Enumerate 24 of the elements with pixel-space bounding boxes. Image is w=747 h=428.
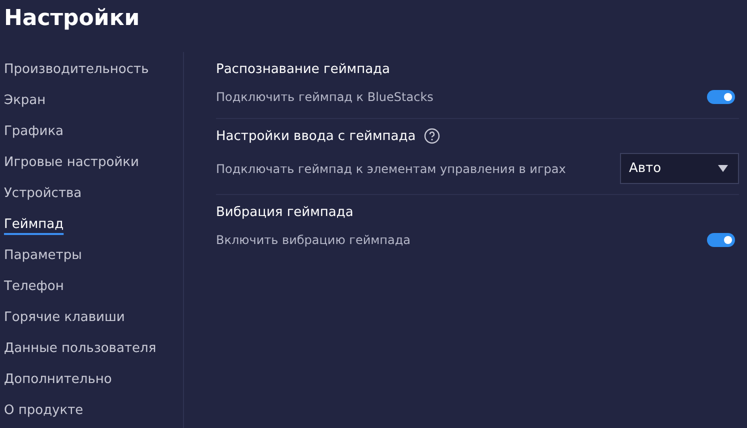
sidebar-item[interactable]: Параметры: [4, 242, 82, 273]
sidebar-item[interactable]: О продукте: [4, 397, 84, 428]
sidebar-item[interactable]: Экран: [4, 87, 46, 118]
sidebar-item[interactable]: Графика: [4, 118, 64, 149]
section-title: Настройки ввода с геймпада: [216, 128, 416, 144]
setting-label: Включить вибрацию геймпада: [216, 233, 411, 247]
sidebar-item[interactable]: Телефон: [4, 273, 64, 304]
setting-label: Подключить геймпад к BlueStacks: [216, 90, 434, 104]
section-title: Распознавание геймпада: [216, 62, 390, 76]
sidebar-item[interactable]: Геймпад: [4, 211, 64, 242]
sidebar-item[interactable]: Игровые настройки: [4, 149, 139, 180]
sidebar-item[interactable]: Производительность: [4, 56, 149, 87]
toggle-switch[interactable]: [707, 90, 735, 104]
section-title: Вибрация геймпада: [216, 204, 354, 220]
setting-label: Подключать геймпад к элементам управления в играх: [216, 162, 566, 176]
dropdown[interactable]: Авто: [620, 153, 739, 184]
sidebar-item[interactable]: Данные пользователя: [4, 335, 156, 366]
help-icon[interactable]: [424, 128, 440, 144]
page-title: Настройки: [3, 5, 141, 33]
sidebar-item[interactable]: Горячие клавиши: [4, 304, 125, 335]
caret-icon: [718, 165, 728, 172]
sidebar-item[interactable]: Устройства: [4, 180, 82, 211]
toggle-switch[interactable]: [707, 233, 735, 247]
sidebar-item[interactable]: Дополнительно: [4, 366, 112, 397]
